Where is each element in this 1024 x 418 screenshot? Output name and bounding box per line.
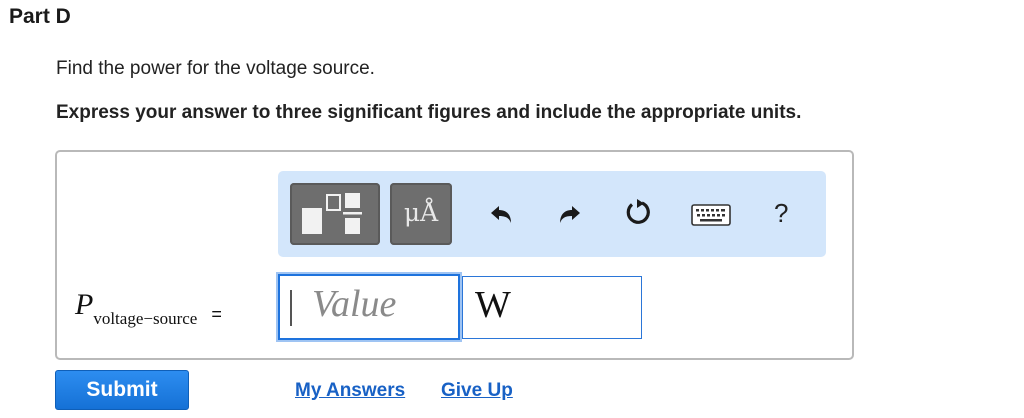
- help-button[interactable]: ?: [774, 198, 788, 229]
- unit-input[interactable]: W: [462, 276, 642, 339]
- part-title: Part D: [9, 5, 71, 28]
- text-caret: [290, 290, 292, 326]
- template-button[interactable]: [290, 183, 380, 245]
- equals-sign: =: [211, 304, 222, 324]
- variable-symbol: P: [75, 288, 94, 321]
- reset-icon[interactable]: [623, 197, 653, 227]
- unit-value: W: [475, 284, 511, 326]
- my-answers-link[interactable]: My Answers: [295, 380, 405, 402]
- question-text: Find the power for the voltage source.: [56, 58, 375, 79]
- give-up-link[interactable]: Give Up: [441, 380, 513, 402]
- instruction-text: Express your answer to three significant…: [56, 102, 802, 123]
- submit-button[interactable]: Submit: [55, 370, 189, 410]
- units-icon: μÅ: [403, 198, 439, 227]
- variable-subscript: voltage−source: [93, 309, 198, 328]
- keyboard-icon[interactable]: [691, 203, 731, 227]
- fraction-template-icon: [302, 193, 362, 234]
- math-toolbar: μÅ ?: [278, 171, 826, 257]
- undo-icon[interactable]: [487, 199, 517, 229]
- redo-icon[interactable]: [554, 199, 584, 229]
- value-placeholder: Value: [312, 283, 397, 325]
- units-button[interactable]: μÅ: [390, 183, 452, 245]
- equation-label: Pvoltage−source =: [75, 288, 222, 328]
- value-input[interactable]: Value: [278, 274, 460, 340]
